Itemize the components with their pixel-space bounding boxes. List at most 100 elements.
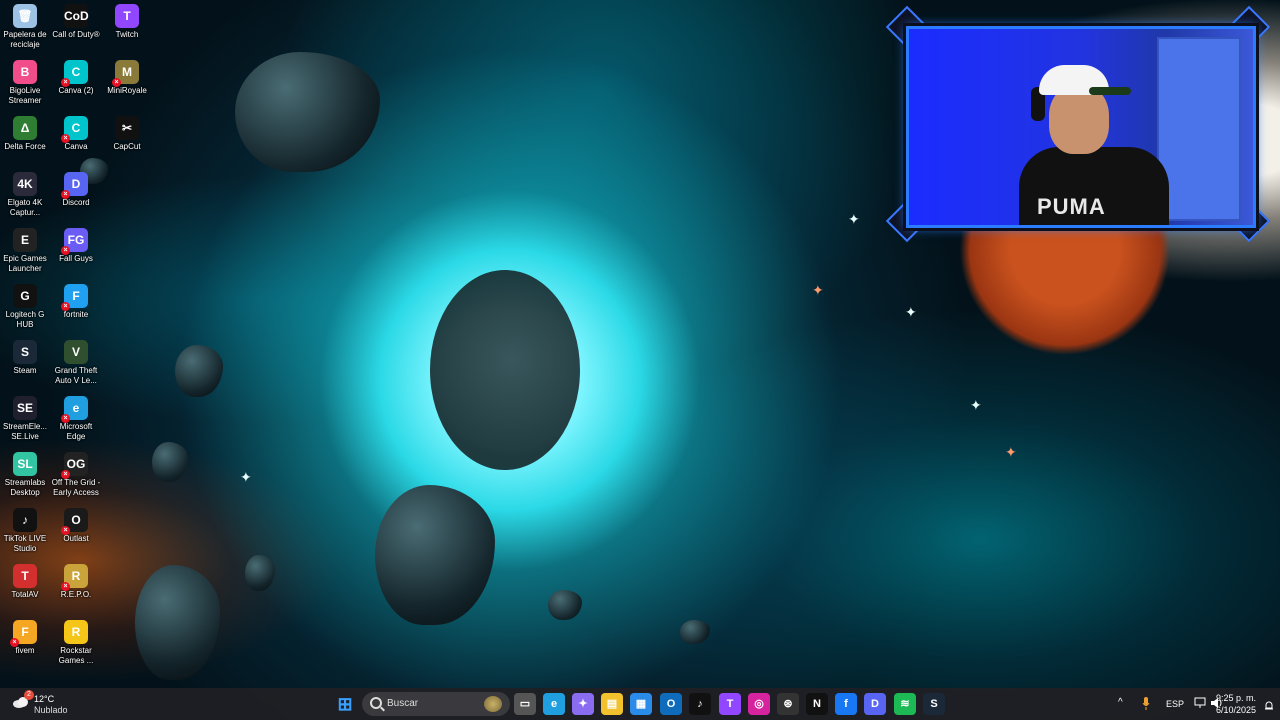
desktop-icon[interactable]: R × R.E.P.O.: [51, 564, 101, 600]
outlook-icon[interactable]: O: [660, 693, 682, 715]
logitech-icon: G: [13, 284, 37, 308]
desktop-icon[interactable]: E Epic Games Launcher: [0, 228, 50, 274]
desktop-icon[interactable]: O × Outlast: [51, 508, 101, 544]
discord-icon: D ×: [61, 172, 88, 199]
desktop-icon-label: Fall Guys: [59, 254, 93, 263]
desktop-icon-label: Streamlabs Desktop: [4, 478, 46, 497]
weather-temperature: 12°C: [34, 694, 55, 704]
asteroid: [548, 590, 582, 620]
desktop-icon[interactable]: 4K Elgato 4K Captur...: [0, 172, 50, 218]
desktop-icon-label: Elgato 4K Captur...: [7, 198, 43, 217]
desktop-icon-label: Logitech G HUB: [5, 310, 45, 329]
search-placeholder: Buscar: [387, 698, 419, 709]
desktop-icon-label: Off The Grid - Early Access: [51, 478, 101, 497]
desktop-icon[interactable]: C × Canva: [51, 116, 101, 152]
spotify-icon[interactable]: ≋: [894, 693, 916, 715]
desktop-icon[interactable]: S Steam: [0, 340, 50, 376]
bigolive-icon: B: [13, 60, 37, 84]
desktop-icon-label: Papelera de reciclaje: [3, 30, 47, 49]
star: ✦: [812, 282, 824, 298]
desktop-icon[interactable]: CoD Call of Duty®: [51, 4, 101, 40]
star: ✦: [905, 304, 917, 320]
desktop-icon-label: Grand Theft Auto V Le...: [54, 366, 98, 385]
desktop-icon[interactable]: F × fivem: [0, 620, 50, 656]
desktop-icon[interactable]: SL Streamlabs Desktop: [0, 452, 50, 498]
chatgpt-icon[interactable]: ⊛: [777, 693, 799, 715]
folder-icon[interactable]: ▤: [601, 693, 623, 715]
streamelements-icon: SE: [13, 396, 37, 420]
star: ✦: [240, 469, 252, 485]
broken-shortcut-icon: ×: [61, 134, 70, 143]
webcam-overlay: PUMA: [885, 5, 1271, 243]
instagram-icon[interactable]: ◎: [748, 693, 770, 715]
clock-time: 9:25 p. m.: [1215, 693, 1256, 703]
copilot-icon[interactable]: ✦: [572, 693, 594, 715]
fall-guys-icon: FG ×: [61, 228, 88, 255]
desktop-icon[interactable]: C × Canva (2): [51, 60, 101, 96]
desktop-icon[interactable]: B BigoLive Streamer: [0, 60, 50, 106]
microphone-icon[interactable]: [1142, 697, 1150, 711]
desktop-icon-label: Twitch: [115, 30, 139, 39]
steam-icon[interactable]: S: [923, 693, 945, 715]
fivem-icon: F ×: [10, 620, 37, 647]
desktop-icon[interactable]: ✂ CapCut: [102, 116, 152, 152]
desktop-icon[interactable]: Δ Delta Force: [0, 116, 50, 152]
desktop-icon[interactable]: T TotalAV: [0, 564, 50, 600]
outlast-icon: O ×: [61, 508, 88, 535]
desktop-icon[interactable]: R Rockstar Games ...: [51, 620, 101, 666]
desktop-icon[interactable]: M × MiniRoyale: [102, 60, 152, 96]
netflix-icon[interactable]: N: [806, 693, 828, 715]
cap-brim: [1089, 87, 1131, 95]
discord-icon[interactable]: D: [864, 693, 886, 715]
desktop-icon[interactable]: G Logitech G HUB: [0, 284, 50, 330]
star: ✦: [848, 211, 860, 227]
broken-shortcut-icon: ×: [61, 190, 70, 199]
twitch-icon[interactable]: T: [719, 693, 741, 715]
desktop-icon[interactable]: ♪ TikTok LIVE Studio: [0, 508, 50, 554]
facebook-icon[interactable]: f: [835, 693, 857, 715]
desktop-icon[interactable]: F × fortnite: [51, 284, 101, 320]
language-indicator[interactable]: ESP: [1166, 699, 1184, 709]
star: ✦: [1005, 444, 1017, 460]
streamlabs-icon: SL: [13, 452, 37, 476]
show-hidden-icons-chevron[interactable]: ^: [1118, 697, 1123, 708]
repo-icon: R ×: [61, 564, 88, 591]
desktop-icon-label: Call of Duty®: [52, 30, 100, 39]
desktop-icon[interactable]: e × Microsoft Edge: [51, 396, 101, 442]
desktop-icon-label: Canva (2): [58, 86, 94, 95]
desktop-icon-label: fivem: [15, 646, 35, 655]
desktop-icon-label: Microsoft Edge: [59, 422, 93, 441]
asteroid: [135, 565, 220, 680]
task-view-icon[interactable]: ▭: [514, 693, 536, 715]
store-icon[interactable]: ▦: [630, 693, 652, 715]
asteroid: [175, 345, 223, 397]
desktop-icon-label: Steam: [13, 366, 37, 375]
broken-shortcut-icon: ×: [61, 526, 70, 535]
broken-shortcut-icon: ×: [61, 582, 70, 591]
desktop-icon[interactable]: 🗑 Papelera de reciclaje: [0, 4, 50, 50]
tiktok-icon[interactable]: ♪: [689, 693, 711, 715]
desktop-icon[interactable]: D × Discord: [51, 172, 101, 208]
planet-dark-core: [430, 270, 580, 470]
desktop-icon[interactable]: SE StreamEle... SE.Live: [0, 396, 50, 442]
background-door: [1157, 37, 1241, 221]
miniroyale-icon: M ×: [112, 60, 139, 87]
desktop-icon[interactable]: OG × Off The Grid - Early Access: [51, 452, 101, 498]
asteroid: [152, 442, 188, 482]
capcut-icon: ✂: [115, 116, 139, 140]
desktop-icon[interactable]: V Grand Theft Auto V Le...: [51, 340, 101, 386]
notifications-icon[interactable]: [1264, 698, 1274, 710]
desktop-icon-label: R.E.P.O.: [60, 590, 92, 599]
elgato-icon: 4K: [13, 172, 37, 196]
clock[interactable]: 9:25 p. m. 6/10/2025: [1216, 692, 1256, 716]
taskbar-search[interactable]: Buscar: [362, 692, 510, 716]
asteroid: [245, 555, 275, 591]
desktop-icon-label: Canva: [64, 142, 88, 151]
start-button[interactable]: ⊞: [334, 693, 356, 715]
desktop-icon[interactable]: T Twitch: [102, 4, 152, 40]
off-the-grid-icon: OG ×: [61, 452, 88, 479]
edge-icon[interactable]: e: [543, 693, 565, 715]
desktop-icon[interactable]: FG × Fall Guys: [51, 228, 101, 264]
network-icon[interactable]: [1194, 697, 1206, 709]
twitch-icon: T: [115, 4, 139, 28]
